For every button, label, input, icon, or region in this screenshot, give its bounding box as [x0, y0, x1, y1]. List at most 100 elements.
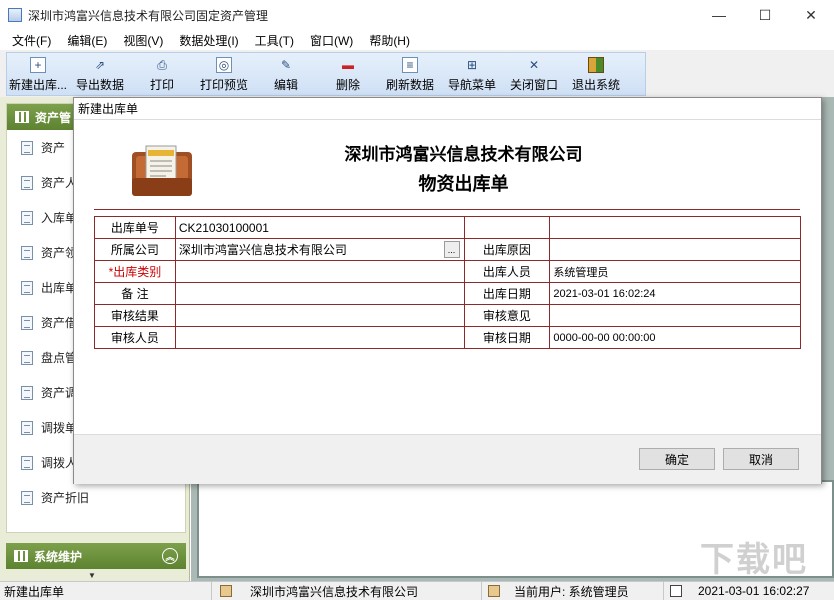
minimize-button[interactable]: — [696, 0, 742, 30]
document-icon [21, 175, 33, 190]
user-icon [488, 585, 500, 597]
sidebar-item-label: 调拨人 [41, 456, 78, 470]
heading-divider [94, 209, 800, 210]
sidebar-item-label: 资产借 [41, 316, 78, 330]
print-label: 打印 [149, 78, 174, 92]
sidebar-item-label: 入库单 [41, 211, 78, 225]
print-button[interactable]: ⎙ 打印 [131, 53, 193, 95]
status-company: 深圳市鸿富兴信息技术有限公司 [212, 581, 482, 600]
menu-help[interactable]: 帮助(H) [363, 32, 416, 49]
sidebar-footer-system[interactable]: 系统维护 ︽ [6, 543, 186, 569]
print-preview-button[interactable]: ◎ 打印预览 [193, 53, 255, 95]
dialog-button-bar: 确定 取消 [74, 434, 821, 484]
export-button[interactable]: ⇗ 导出数据 [69, 53, 131, 95]
remarks-field[interactable] [174, 282, 465, 305]
field-label: 审核人员 [94, 326, 176, 349]
menu-edit[interactable]: 编辑(E) [61, 32, 113, 49]
cancel-button[interactable]: 取消 [723, 448, 799, 470]
document-icon [21, 490, 33, 505]
edit-button[interactable]: ✎ 编辑 [255, 53, 317, 95]
form-row: 审核人员 审核日期 0000-00-00 00:00:00 [94, 326, 801, 349]
exit-icon [588, 57, 604, 73]
company-field[interactable]: 深圳市鸿富兴信息技术有限公司 ... [174, 238, 465, 261]
new-outbound-icon: + [30, 57, 46, 73]
delete-icon: ▬ [342, 58, 354, 72]
confirm-button[interactable]: 确定 [639, 448, 715, 470]
audit-opinion-field[interactable] [549, 304, 801, 327]
menu-view[interactable]: 视图(V) [117, 32, 169, 49]
dialog-title: 新建出库单 [74, 98, 821, 120]
sidebar-item-label: 盘点管 [41, 351, 78, 365]
outbound-date-field[interactable]: 2021-03-01 16:02:24 [549, 282, 801, 305]
outbound-type-field[interactable] [174, 260, 465, 283]
new-outbound-label: 新建出库... [8, 78, 67, 92]
field-label: 所属公司 [94, 238, 176, 261]
exit-button[interactable]: 退出系统 [565, 53, 627, 95]
field-label: 审核意见 [463, 304, 551, 327]
field-label: 出库人员 [463, 260, 551, 283]
print-icon: ⎙ [157, 57, 167, 72]
scroll-down-icon[interactable]: ▼ [88, 571, 96, 580]
document-icon [21, 455, 33, 470]
delete-button[interactable]: ▬ 删除 [317, 53, 379, 95]
new-outbound-dialog: 新建出库单 深圳市鸿富兴信息技术有限公司 物资出库单 出库单号 CK210301… [73, 97, 822, 484]
close-window-button[interactable]: ✕ 关闭窗口 [503, 53, 565, 95]
menu-tools[interactable]: 工具(T) [249, 32, 300, 49]
edit-icon: ✎ [280, 58, 292, 72]
sidebar-item-label: 资产折旧 [41, 491, 90, 505]
maximize-button[interactable]: ☐ [742, 0, 788, 30]
print-preview-label: 打印预览 [199, 78, 248, 92]
status-bar: 新建出库单 深圳市鸿富兴信息技术有限公司 当前用户: 系统管理员 2021-03… [0, 581, 834, 600]
status-company-text: 深圳市鸿富兴信息技术有限公司 [250, 584, 419, 599]
sidebar-item-label: 资产 [41, 141, 66, 155]
company-value: 深圳市鸿富兴信息技术有限公司 [178, 243, 347, 257]
collapse-icon[interactable]: ︽ [162, 548, 178, 564]
sidebar-item-label: 资产领 [41, 246, 78, 260]
delete-label: 删除 [335, 78, 360, 92]
menu-data[interactable]: 数据处理(I) [173, 32, 244, 49]
edit-label: 编辑 [273, 78, 298, 92]
document-icon [21, 280, 33, 295]
empty-field [549, 216, 801, 239]
sidebar-header-label: 资产管 [35, 110, 72, 125]
outbound-number-field[interactable]: CK21030100001 [174, 216, 465, 239]
document-icon [21, 385, 33, 400]
company-picker-button[interactable]: ... [443, 241, 460, 258]
field-label [463, 216, 551, 239]
status-message: 新建出库单 [0, 581, 212, 600]
outbound-person-field[interactable]: 系统管理员 [549, 260, 801, 283]
window-controls: — ☐ ✕ [696, 0, 834, 30]
field-label-required: *出库类别 [94, 260, 176, 283]
document-icon [21, 420, 33, 435]
navigation-icon: ⊞ [466, 58, 478, 72]
menu-window[interactable]: 窗口(W) [304, 32, 359, 49]
auditor-field[interactable] [174, 326, 465, 349]
sidebar-item[interactable]: 资产折旧 [7, 480, 185, 515]
form-row: 出库单号 CK21030100001 [94, 216, 801, 239]
audit-date-field[interactable]: 0000-00-00 00:00:00 [549, 326, 801, 349]
field-label: 出库单号 [94, 216, 176, 239]
form-row: 备 注 出库日期 2021-03-01 16:02:24 [94, 282, 801, 305]
document-icon [21, 350, 33, 365]
print-preview-icon: ◎ [216, 57, 232, 73]
refresh-label: 刷新数据 [385, 78, 434, 92]
refresh-button[interactable]: ≡ 刷新数据 [379, 53, 441, 95]
navigation-label: 导航菜单 [447, 78, 496, 92]
box-icon [21, 140, 33, 155]
field-label: 审核日期 [463, 326, 551, 349]
audit-result-field[interactable] [174, 304, 465, 327]
document-icon [21, 315, 33, 330]
menu-file[interactable]: 文件(F) [6, 32, 57, 49]
outbound-form: 出库单号 CK21030100001 所属公司 深圳市鸿富兴信息技术有限公司 .… [94, 216, 801, 349]
close-button[interactable]: ✕ [788, 0, 834, 30]
app-icon [8, 8, 22, 22]
document-icon [21, 245, 33, 260]
close-window-label: 关闭窗口 [509, 78, 558, 92]
new-outbound-button[interactable]: + 新建出库... [7, 53, 69, 95]
navigation-button[interactable]: ⊞ 导航菜单 [441, 53, 503, 95]
toolbar: + 新建出库... ⇗ 导出数据 ⎙ 打印 ◎ 打印预览 ✎ 编辑 ▬ 删除 ≡… [6, 52, 646, 96]
company-icon [220, 585, 232, 597]
field-label: 审核结果 [94, 304, 176, 327]
outbound-reason-field[interactable] [549, 238, 801, 261]
status-datetime-text: 2021-03-01 16:02:27 [698, 584, 810, 598]
